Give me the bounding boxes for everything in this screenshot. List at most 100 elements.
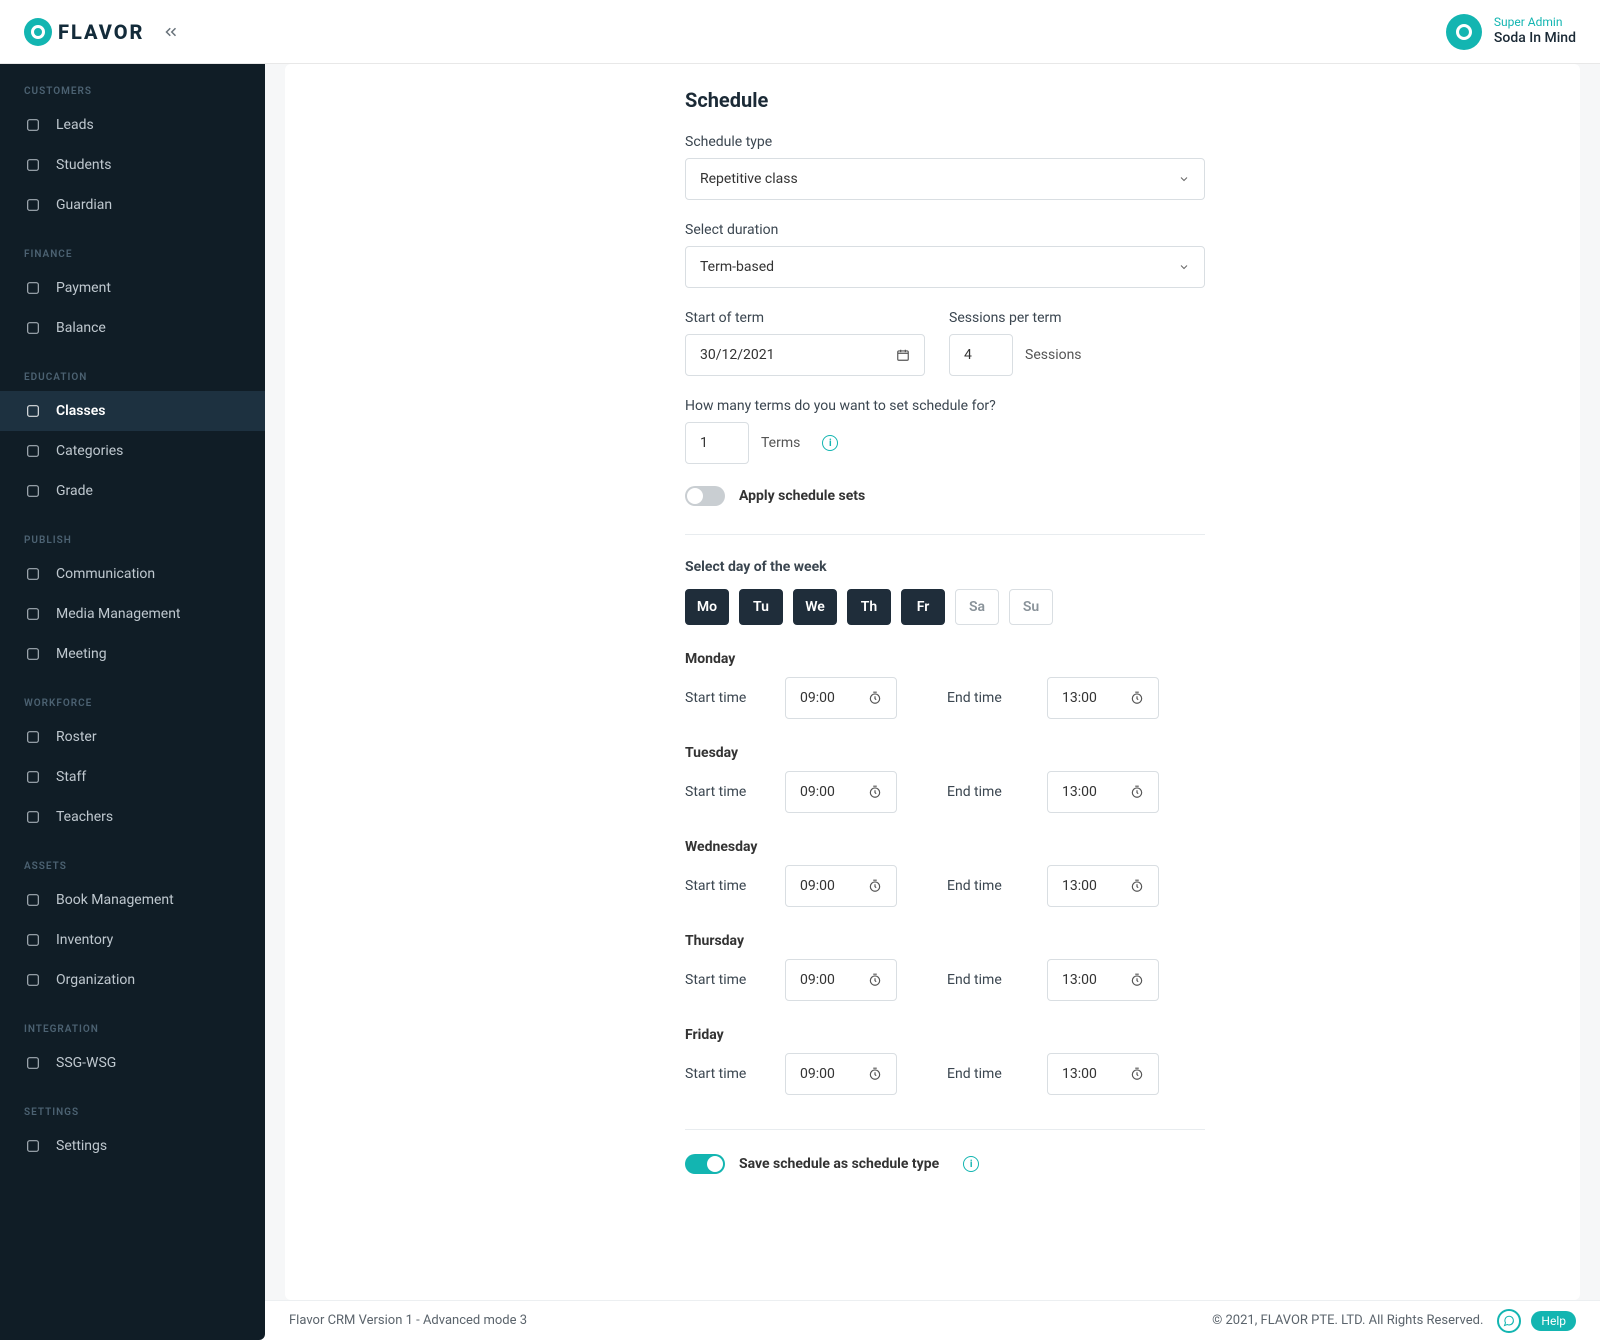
day-chip-tu[interactable]: Tu (739, 589, 783, 625)
sidebar-item-label: Balance (56, 320, 106, 336)
start-time-label: Start time (685, 972, 765, 988)
schedule-form: Schedule Schedule type Repetitive class … (685, 88, 1205, 1174)
footer-version: Flavor CRM Version 1 - Advanced mode 3 (289, 1313, 527, 1328)
save-schedule-toggle[interactable] (685, 1154, 725, 1174)
day-chip-su[interactable]: Su (1009, 589, 1053, 625)
calendar-icon (24, 728, 42, 746)
start-of-term-label: Start of term (685, 310, 925, 326)
brand-logo[interactable]: FLAVOR (24, 18, 144, 46)
day-chips: Mo Tu We Th Fr Sa Su (685, 589, 1205, 625)
clock-icon (868, 879, 882, 893)
apply-schedule-sets-toggle[interactable] (685, 486, 725, 506)
sidebar-item-leads[interactable]: Leads (0, 105, 265, 145)
start-of-term-input[interactable]: 30/12/2021 (685, 334, 925, 376)
sidebar-item-label: Guardian (56, 197, 112, 213)
sidebar-item-label: Classes (56, 403, 105, 419)
sidebar-item-label: Organization (56, 972, 135, 988)
sessions-per-term-input[interactable]: 4 (949, 334, 1013, 376)
sidebar-item-students[interactable]: Students (0, 145, 265, 185)
end-time-label: End time (947, 1066, 1027, 1082)
end-time-label: End time (947, 878, 1027, 894)
start-time-input[interactable]: 09:00 (785, 959, 897, 1001)
day-chip-sa[interactable]: Sa (955, 589, 999, 625)
sidebar-item-settings[interactable]: Settings (0, 1126, 265, 1166)
sidebar-item-label: Teachers (56, 809, 113, 825)
sidebar-item-grade[interactable]: Grade (0, 471, 265, 511)
sidebar-item-label: Students (56, 157, 111, 173)
clock-icon (868, 785, 882, 799)
sidebar-item-staff[interactable]: Staff (0, 757, 265, 797)
chevron-down-icon (1178, 173, 1190, 185)
guardian-icon (24, 196, 42, 214)
sidebar-collapse-button[interactable] (162, 23, 180, 41)
info-icon[interactable]: i (963, 1156, 979, 1172)
book-icon (24, 891, 42, 909)
staff-icon (24, 768, 42, 786)
sidebar-item-label: Book Management (56, 892, 174, 908)
info-icon[interactable]: i (822, 435, 838, 451)
day-block-wednesday: WednesdayStart time09:00End time13:00 (685, 839, 1205, 907)
sidebar-item-guardian[interactable]: Guardian (0, 185, 265, 225)
day-chip-th[interactable]: Th (847, 589, 891, 625)
terms-count-input[interactable]: 1 (685, 422, 749, 464)
sidebar-item-media-management[interactable]: Media Management (0, 594, 265, 634)
sidebar-heading: EDUCATION (0, 368, 265, 391)
day-block-thursday: ThursdayStart time09:00End time13:00 (685, 933, 1205, 1001)
user-menu[interactable]: Super Admin Soda In Mind (1446, 14, 1576, 50)
day-chip-we[interactable]: We (793, 589, 837, 625)
end-time-label: End time (947, 690, 1027, 706)
sidebar-item-label: Categories (56, 443, 123, 459)
sidebar-item-label: SSG-WSG (56, 1055, 116, 1071)
sidebar-item-organization[interactable]: Organization (0, 960, 265, 1000)
chat-icon (24, 565, 42, 583)
sidebar-item-categories[interactable]: Categories (0, 431, 265, 471)
sidebar-item-label: Payment (56, 280, 111, 296)
day-chip-mo[interactable]: Mo (685, 589, 729, 625)
card-icon (24, 279, 42, 297)
divider (685, 1129, 1205, 1130)
sidebar-item-inventory[interactable]: Inventory (0, 920, 265, 960)
start-time-input[interactable]: 09:00 (785, 1053, 897, 1095)
box-icon (24, 931, 42, 949)
sidebar-heading: FINANCE (0, 245, 265, 268)
start-time-input[interactable]: 09:00 (785, 865, 897, 907)
sidebar-item-meeting[interactable]: Meeting (0, 634, 265, 674)
sessions-per-term-label: Sessions per term (949, 310, 1082, 326)
sidebar-item-book-management[interactable]: Book Management (0, 880, 265, 920)
end-time-input[interactable]: 13:00 (1047, 865, 1159, 907)
help-button[interactable]: Help (1531, 1311, 1576, 1331)
end-time-input[interactable]: 13:00 (1047, 771, 1159, 813)
sidebar-item-roster[interactable]: Roster (0, 717, 265, 757)
start-time-input[interactable]: 09:00 (785, 771, 897, 813)
sidebar-item-teachers[interactable]: Teachers (0, 797, 265, 837)
day-title: Thursday (685, 933, 1205, 949)
schedule-type-select[interactable]: Repetitive class (685, 158, 1205, 200)
start-time-label: Start time (685, 1066, 765, 1082)
end-time-label: End time (947, 784, 1027, 800)
sidebar-item-payment[interactable]: Payment (0, 268, 265, 308)
sidebar-item-classes[interactable]: Classes (0, 391, 265, 431)
sidebar-item-ssg-wsg[interactable]: SSG-WSG (0, 1043, 265, 1083)
sidebar-item-balance[interactable]: Balance (0, 308, 265, 348)
select-duration-select[interactable]: Term-based (685, 246, 1205, 288)
avatar (1446, 14, 1482, 50)
sidebar-item-label: Inventory (56, 932, 113, 948)
leads-icon (24, 116, 42, 134)
apply-schedule-sets-label: Apply schedule sets (739, 488, 865, 504)
day-title: Monday (685, 651, 1205, 667)
end-time-input[interactable]: 13:00 (1047, 1053, 1159, 1095)
book-open-icon (24, 402, 42, 420)
end-time-input[interactable]: 13:00 (1047, 677, 1159, 719)
gear-icon (24, 1137, 42, 1155)
sidebar-item-label: Roster (56, 729, 97, 745)
whatsapp-icon[interactable] (1497, 1309, 1521, 1333)
end-time-input[interactable]: 13:00 (1047, 959, 1159, 1001)
schedule-type-label: Schedule type (685, 134, 1205, 150)
start-time-input[interactable]: 09:00 (785, 677, 897, 719)
day-chip-fr[interactable]: Fr (901, 589, 945, 625)
layers-icon (24, 1054, 42, 1072)
sidebar-item-communication[interactable]: Communication (0, 554, 265, 594)
logo-mark-icon (24, 18, 52, 46)
people-icon (24, 645, 42, 663)
sidebar: CUSTOMERSLeadsStudentsGuardianFINANCEPay… (0, 64, 265, 1340)
